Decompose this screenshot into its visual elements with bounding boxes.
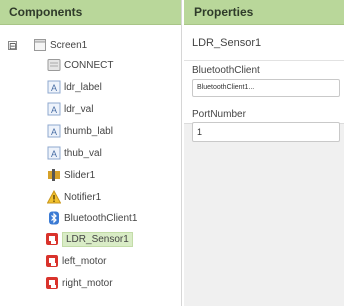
- components-header: Components: [0, 0, 181, 25]
- tree-item-label: BluetoothClient1: [64, 212, 138, 224]
- tree-item-bluetoothclient1[interactable]: BluetoothClient1: [47, 208, 137, 228]
- components-panel: Components ⊟ Screen1 CONNECT A ldr_label…: [0, 0, 182, 306]
- button-icon: [47, 58, 61, 72]
- tree-item-label: CONNECT: [64, 59, 114, 71]
- bluetooth-client-label: BluetoothClient: [192, 65, 260, 76]
- port-number-field[interactable]: 1: [192, 122, 340, 142]
- collapse-toggle-icon[interactable]: ⊟: [8, 41, 17, 51]
- label-icon: A: [47, 124, 61, 138]
- svg-text:A: A: [51, 83, 57, 93]
- tree-item-slider1[interactable]: Slider1: [47, 165, 95, 185]
- tree-item-ldr-label[interactable]: A ldr_label: [47, 77, 102, 97]
- tree-item-label: ldr_val: [64, 103, 94, 115]
- bluetooth-icon: [47, 211, 61, 225]
- svg-text:A: A: [51, 127, 57, 137]
- tree-item-label: thub_val: [64, 147, 102, 159]
- screen-icon: [33, 38, 47, 52]
- tree-item-ldr-sensor1[interactable]: LDR_Sensor1: [43, 229, 133, 249]
- tree-item-label: left_motor: [62, 255, 107, 267]
- tree-item-notifier1[interactable]: Notifier1: [47, 187, 101, 207]
- port-number-label: PortNumber: [192, 109, 246, 120]
- label-icon: A: [47, 146, 61, 160]
- properties-card: LDR_Sensor1 BluetoothClient BluetoothCli…: [184, 25, 344, 124]
- notifier-icon: [47, 190, 61, 204]
- slider-icon: [47, 168, 61, 182]
- label-icon: A: [47, 80, 61, 94]
- tree-item-label: LDR_Sensor1: [62, 231, 133, 247]
- label-icon: A: [47, 102, 61, 116]
- tree-item-label: right_motor: [62, 277, 113, 289]
- tree-item-label: Notifier1: [64, 191, 102, 203]
- tree-item-left-motor[interactable]: left_motor: [45, 251, 106, 271]
- extension-icon: [45, 276, 59, 290]
- properties-header: Properties: [184, 0, 344, 25]
- tree-item-thub-val[interactable]: A thub_val: [47, 143, 102, 163]
- tree-item-label: Slider1: [64, 169, 96, 181]
- tree-item-label: Screen1: [50, 39, 88, 51]
- divider: [184, 60, 344, 61]
- tree-item-right-motor[interactable]: right_motor: [45, 273, 113, 293]
- extension-icon: [45, 254, 59, 268]
- tree-item-thumb-labl[interactable]: A thumb_labl: [47, 121, 113, 141]
- tree-item-screen1[interactable]: Screen1: [33, 35, 87, 55]
- tree-item-label: thumb_labl: [64, 125, 113, 137]
- svg-text:A: A: [51, 149, 57, 159]
- tree-item-connect[interactable]: CONNECT: [47, 55, 113, 75]
- selected-component-name: LDR_Sensor1: [192, 37, 262, 49]
- properties-panel: Properties LDR_Sensor1 BluetoothClient B…: [184, 0, 344, 306]
- tree-item-label: ldr_label: [64, 81, 102, 93]
- svg-text:A: A: [51, 105, 57, 115]
- tree-item-ldr-val[interactable]: A ldr_val: [47, 99, 93, 119]
- extension-icon: [45, 232, 59, 246]
- bluetooth-client-field[interactable]: BluetoothClient1...: [192, 79, 340, 97]
